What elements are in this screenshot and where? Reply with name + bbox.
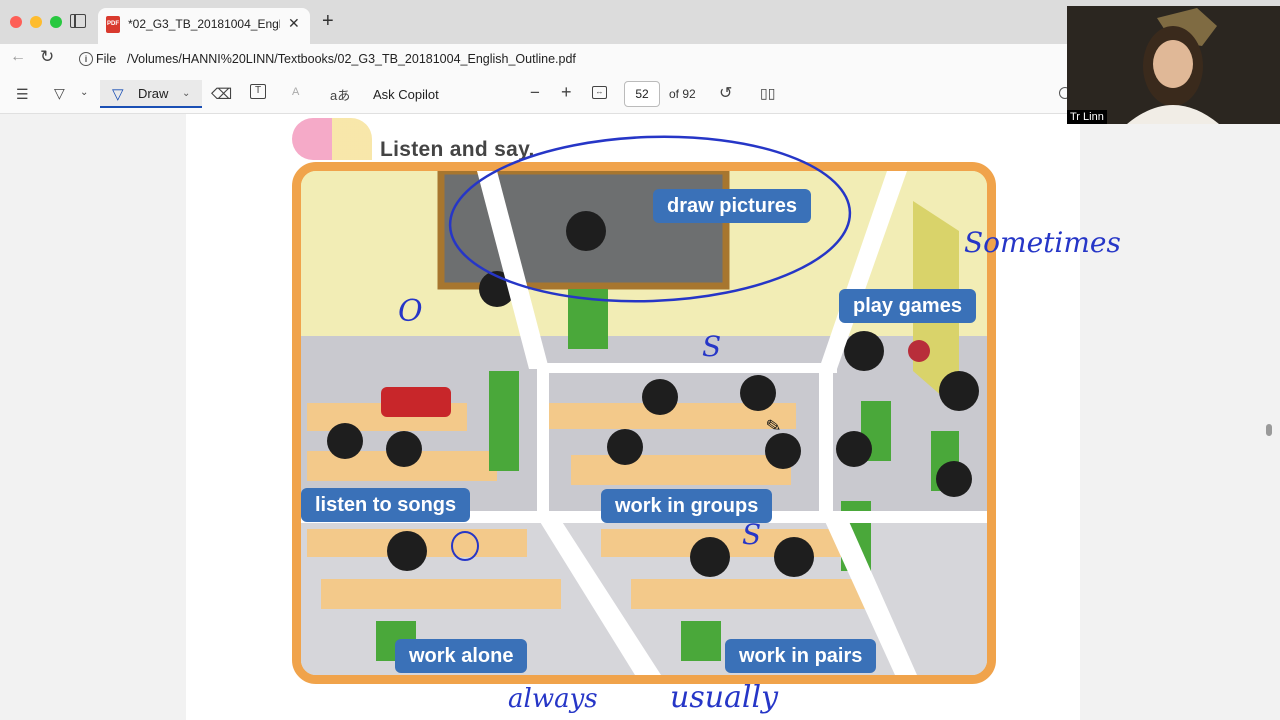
annotation-always: always bbox=[508, 684, 598, 714]
reload-icon[interactable]: ↻ bbox=[40, 47, 54, 67]
textbox-icon[interactable]: T bbox=[250, 84, 266, 99]
pdf-file-icon: PDF bbox=[106, 16, 120, 33]
presenter-name: Tr Linn bbox=[1067, 110, 1107, 124]
highlighter-icon[interactable]: ▽ bbox=[54, 85, 65, 102]
annotation-sometimes: Sometimes bbox=[964, 226, 1121, 259]
back-arrow-icon[interactable]: ← bbox=[10, 48, 26, 66]
webcam-overlay: Tr Linn bbox=[1067, 6, 1280, 124]
browser-window: PDF *02_G3_TB_20181004_English_Outline.p… bbox=[0, 0, 1280, 720]
zoom-in-icon[interactable]: + bbox=[561, 82, 572, 103]
annotation-o-top: O bbox=[398, 294, 423, 329]
ask-copilot-button[interactable]: Ask Copilot bbox=[373, 87, 439, 102]
translate-icon[interactable]: aあ bbox=[330, 85, 350, 104]
pen-ink-layer bbox=[448, 135, 852, 561]
close-window-button[interactable] bbox=[10, 16, 22, 28]
eraser-icon[interactable]: ⌫ bbox=[211, 85, 232, 103]
presenter-video bbox=[1067, 6, 1280, 124]
draw-label: Draw bbox=[138, 86, 169, 101]
page-total: of 92 bbox=[669, 87, 696, 101]
url-field[interactable]: /Volumes/HANNI%20LINN/Textbooks/02_G3_TB… bbox=[127, 52, 576, 66]
contents-list-icon[interactable]: ☰ bbox=[16, 86, 29, 103]
scrollbar-thumb[interactable] bbox=[1266, 424, 1272, 436]
pdf-page: Listen and say. draw pictures play games… bbox=[186, 114, 1121, 720]
annotation-s-middle: S bbox=[702, 330, 722, 363]
minimize-window-button[interactable] bbox=[30, 16, 42, 28]
maximize-window-button[interactable] bbox=[50, 16, 62, 28]
zoom-out-icon[interactable]: − bbox=[530, 83, 540, 103]
text-color-icon[interactable]: A bbox=[292, 86, 299, 98]
tab-pdf[interactable]: PDF *02_G3_TB_20181004_English_Outline.p… bbox=[98, 8, 310, 44]
annotation-s-lower: S bbox=[742, 518, 762, 551]
close-icon[interactable]: ✕ bbox=[288, 15, 300, 32]
chevron-down-icon[interactable]: ⌄ bbox=[80, 87, 88, 98]
info-icon[interactable]: i bbox=[79, 52, 93, 66]
chevron-down-icon: ⌄ bbox=[182, 88, 191, 99]
scheme-label: File bbox=[96, 52, 117, 66]
two-page-view-icon[interactable]: ▯▯ bbox=[760, 85, 775, 102]
fit-page-icon[interactable]: ↔ bbox=[592, 86, 607, 99]
tab-actions-icon[interactable] bbox=[70, 14, 86, 28]
document-viewport[interactable]: Listen and say. draw pictures play games… bbox=[0, 114, 1280, 720]
draw-button[interactable]: ▽ Draw ⌄ bbox=[100, 80, 202, 108]
tab-title: *02_G3_TB_20181004_English_Outline.pdf bbox=[128, 17, 280, 31]
page-number-input[interactable]: 52 bbox=[624, 81, 660, 107]
rotate-icon[interactable]: ↺ bbox=[719, 83, 732, 103]
plus-icon[interactable]: + bbox=[322, 10, 334, 33]
annotation-usually: usually bbox=[670, 680, 779, 715]
draw-pen-icon: ▽ bbox=[112, 86, 124, 103]
